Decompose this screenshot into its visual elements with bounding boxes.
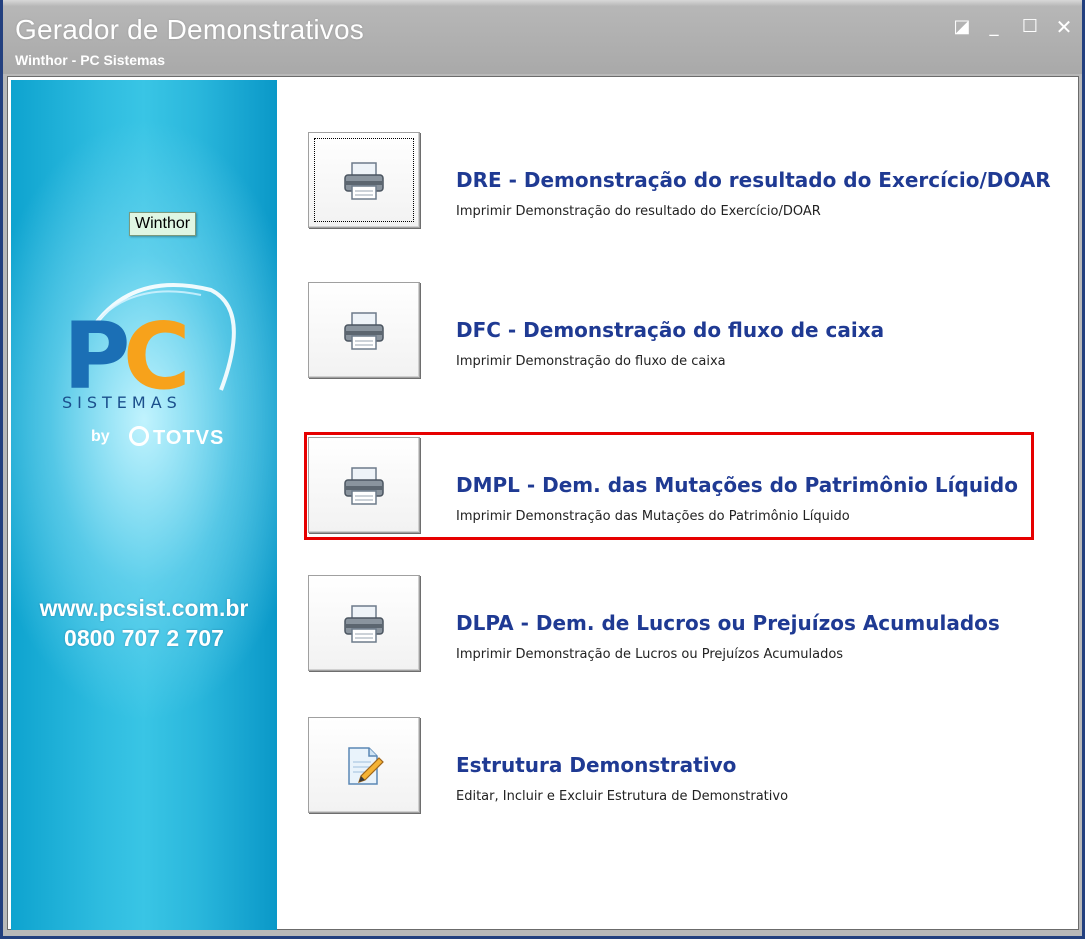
highlight-box (304, 432, 1034, 540)
dfc-title[interactable]: DFC - Demonstração do fluxo de caixa (456, 318, 884, 342)
app-window: Gerador de Demonstrativos Winthor - PC S… (0, 0, 1085, 939)
dlpa-description: Imprimir Demonstração de Lucros ou Preju… (456, 647, 844, 662)
maximize-button[interactable]: ☐ (1019, 16, 1041, 38)
restore-icon[interactable]: ◪ (951, 16, 973, 38)
logo-sistemas-text: SISTEMAS (62, 393, 182, 412)
edit-document-icon (348, 747, 384, 785)
logo-by-text: by (91, 428, 110, 445)
dre-title[interactable]: DRE - Demonstração do resultado do Exerc… (456, 168, 1051, 192)
totvs-logo: TOTVS (129, 426, 224, 450)
option-dlpa: DLPA - Dem. de Lucros ou Prejuízos Acumu… (308, 575, 1038, 675)
printer-icon (344, 312, 384, 350)
dfc-description: Imprimir Demonstração do fluxo de caixa (456, 354, 726, 369)
dlpa-print-button[interactable] (308, 575, 420, 671)
totvs-text: TOTVS (153, 427, 225, 449)
dre-print-button[interactable] (308, 132, 420, 228)
estrutura-description: Editar, Incluir e Excluir Estrutura de D… (456, 789, 789, 804)
option-estrutura: Estrutura Demonstrativo Editar, Incluir … (308, 717, 1038, 817)
close-button[interactable]: ✕ (1053, 16, 1075, 38)
title-bar-top-strip (3, 0, 1082, 6)
sidebar-banner: Winthor P C SISTEMAS by TOTVS www.pcsist… (11, 80, 277, 930)
option-dfc: DFC - Demonstração do fluxo de caixa Imp… (308, 282, 1038, 382)
phone-text: 0800 707 2 707 (64, 625, 224, 651)
title-bar[interactable]: Gerador de Demonstrativos Winthor - PC S… (3, 0, 1082, 74)
estrutura-edit-button[interactable] (308, 717, 420, 813)
minimize-button[interactable]: _ (983, 16, 1005, 38)
dlpa-title[interactable]: DLPA - Dem. de Lucros ou Prejuízos Acumu… (456, 611, 1000, 635)
option-dre: DRE - Demonstração do resultado do Exerc… (308, 132, 1051, 232)
dfc-print-button[interactable] (308, 282, 420, 378)
window-subtitle: Winthor - PC Sistemas (15, 52, 166, 68)
printer-icon (344, 162, 384, 200)
dre-description: Imprimir Demonstração do resultado do Ex… (456, 204, 821, 219)
tooltip: Winthor (129, 212, 197, 236)
website-text: www.pcsist.com.br (39, 595, 249, 621)
printer-icon (344, 605, 384, 643)
totvs-icon (129, 426, 149, 446)
estrutura-title[interactable]: Estrutura Demonstrativo (456, 753, 736, 777)
window-title: Gerador de Demonstrativos (15, 14, 364, 45)
